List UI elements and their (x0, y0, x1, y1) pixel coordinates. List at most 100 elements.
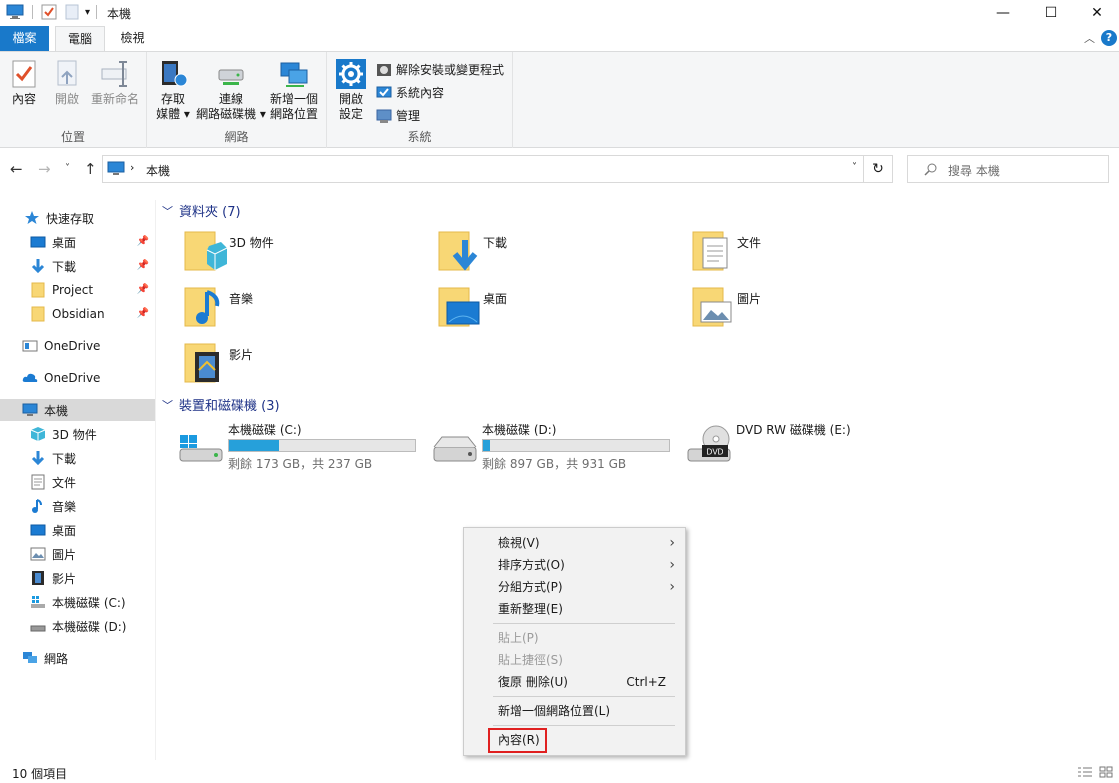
folders-section-header[interactable]: ﹀ 資料夾 (7) (162, 201, 241, 221)
drive-c[interactable]: 本機磁碟 (C:) 剩餘 173 GB，共 237 GB (178, 421, 428, 471)
sidebar-item-videos[interactable]: 影片 (0, 567, 155, 589)
menu-item-view[interactable]: 檢視(V) › (464, 532, 685, 554)
rename-icon (101, 61, 127, 87)
menu-item-paste[interactable]: 貼上(P) (464, 627, 685, 649)
new-folder-icon[interactable] (65, 4, 79, 20)
menu-item-paste-shortcut[interactable]: 貼上捷徑(S) (464, 649, 685, 671)
onedrive-icon (22, 340, 38, 352)
tab-computer[interactable]: 電腦 (55, 26, 105, 51)
ribbon-group-network: 存取 媒體 ▾ 連線 網路磁碟機 ▾ 新增一個 網路位置 網路 (147, 52, 327, 148)
tab-view[interactable]: 檢視 (110, 26, 155, 51)
sidebar-item-3d-objects[interactable]: 3D 物件 (0, 423, 155, 445)
menu-item-label: 分組方式(P) (498, 580, 563, 594)
manage-button[interactable]: 管理 (376, 107, 420, 124)
folder-documents[interactable]: 文件 (691, 228, 931, 276)
computer-icon (6, 4, 24, 19)
sidebar-item-drive-d[interactable]: 本機磁碟 (D:) (0, 615, 155, 637)
folder-desktop[interactable]: 桌面 (437, 284, 677, 332)
up-arrow-icon[interactable]: ↑ (84, 160, 97, 178)
desktop-folder-icon (438, 287, 480, 327)
menu-item-label: 復原 刪除(U) (498, 675, 568, 689)
rename-label: 重新命名 (90, 92, 139, 106)
network-location-icon (280, 62, 308, 87)
system-properties-button[interactable]: 系統內容 (376, 84, 444, 101)
menu-item-group-by[interactable]: 分組方式(P) › (464, 576, 685, 598)
collapse-chevron-icon[interactable]: ﹀ (162, 203, 173, 219)
refresh-button[interactable]: ↻ (864, 155, 893, 183)
media-icon (162, 61, 188, 87)
uninstall-button[interactable]: 解除安裝或變更程式 (376, 61, 504, 78)
sidebar-item-network[interactable]: 網路 (0, 647, 155, 669)
forward-arrow-icon[interactable]: → (38, 160, 51, 178)
folder-name: 文件 (737, 236, 762, 250)
computer-icon (22, 403, 38, 416)
drives-section-header[interactable]: ﹀ 裝置和磁碟機 (3) (162, 395, 280, 415)
sidebar-item-documents[interactable]: 文件 (0, 471, 155, 493)
recent-locations-chevron-icon[interactable]: ˅ (65, 163, 70, 174)
sidebar-item-downloads[interactable]: 下載 (0, 447, 155, 469)
map-drive-button[interactable]: 連線 網路磁碟機 ▾ (195, 58, 267, 122)
menu-item-refresh[interactable]: 重新整理(E) (464, 598, 685, 620)
computer-icon (107, 161, 125, 175)
minimize-button[interactable]: — (980, 0, 1026, 26)
help-icon[interactable]: ? (1101, 30, 1117, 46)
address-dropdown-chevron-icon[interactable]: ˅ (852, 162, 857, 173)
sidebar-item-onedrive-2[interactable]: OneDrive (0, 367, 155, 389)
sidebar-item-desktop[interactable]: 桌面 (0, 519, 155, 541)
folder-pictures[interactable]: 圖片 (691, 284, 931, 332)
sidebar-item-this-pc[interactable]: 本機 (0, 399, 155, 421)
ribbon-group-label: 網路 (224, 130, 249, 144)
sidebar-item-drive-c[interactable]: 本機磁碟 (C:) (0, 591, 155, 613)
folder-3d-objects[interactable]: 3D 物件 (183, 228, 423, 276)
sidebar-item-onedrive-1[interactable]: OneDrive (0, 335, 155, 357)
system-properties-icon (376, 86, 392, 97)
menu-item-undo-delete[interactable]: 復原 刪除(U) Ctrl+Z (464, 671, 685, 693)
sidebar-item-obsidian[interactable]: Obsidian 📌 (0, 303, 155, 325)
close-button[interactable]: ✕ (1074, 0, 1119, 26)
rename-button[interactable]: 重新命名 (88, 58, 142, 107)
properties-button[interactable]: 內容 (6, 58, 42, 107)
sidebar-item-project[interactable]: Project 📌 (0, 279, 155, 301)
folder-videos[interactable]: 影片 (183, 340, 423, 388)
menu-item-add-network-location[interactable]: 新增一個網路位置(L) (464, 700, 685, 722)
ribbon-group-label: 位置 (60, 130, 85, 144)
menu-item-sort-by[interactable]: 排序方式(O) › (464, 554, 685, 576)
add-network-location-button[interactable]: 新增一個 網路位置 (267, 58, 321, 122)
sidebar-item-desktop-pinned[interactable]: 桌面 📌 (0, 231, 155, 253)
windows-drive-icon (179, 435, 223, 462)
tab-file[interactable]: 檔案 (0, 26, 49, 51)
desktop-icon (30, 236, 46, 248)
collapse-chevron-icon[interactable]: ﹀ (162, 397, 173, 413)
menu-separator (493, 725, 675, 726)
sidebar-item-music[interactable]: 音樂 (0, 495, 155, 517)
large-icons-view-icon[interactable] (1099, 766, 1113, 778)
maximize-button[interactable]: ☐ (1028, 0, 1074, 26)
address-bar[interactable]: › 本機 ˅ (102, 155, 864, 183)
back-arrow-icon[interactable]: ← (10, 160, 23, 178)
properties-check-icon[interactable] (41, 4, 57, 20)
sidebar-item-pictures[interactable]: 圖片 (0, 543, 155, 565)
open-button[interactable]: 開啟 (50, 58, 84, 107)
folder-music[interactable]: 音樂 (183, 284, 423, 332)
title-bar: ▾ 本機 — ☐ ✕ (0, 0, 1119, 26)
folder-downloads[interactable]: 下載 (437, 228, 677, 276)
breadcrumb-chevron-icon[interactable]: › (130, 161, 134, 174)
folder-name: 圖片 (737, 292, 762, 306)
collapse-ribbon-chevron-icon[interactable]: ︿ (1084, 30, 1095, 46)
sidebar-item-downloads-pinned[interactable]: 下載 📌 (0, 255, 155, 277)
section-title: 裝置和磁碟機 (3) (179, 399, 280, 414)
open-settings-button[interactable]: 開啟 設定 (333, 58, 369, 122)
search-input[interactable]: 搜尋 本機 (907, 155, 1109, 183)
customize-toolbar-chevron-icon[interactable]: ▾ (85, 7, 90, 18)
desktop-icon (30, 524, 46, 536)
menu-item-label: 貼上捷徑(S) (498, 653, 563, 667)
drive-e-dvd[interactable]: DVD DVD RW 磁碟機 (E:) (686, 421, 936, 471)
access-media-label-2: 媒體 ▾ (156, 107, 190, 121)
drive-d[interactable]: 本機磁碟 (D:) 剩餘 897 GB，共 931 GB (432, 421, 682, 471)
cube-icon (30, 427, 46, 441)
network-icon (23, 652, 37, 663)
sidebar-item-quick-access[interactable]: 快速存取 (0, 207, 155, 229)
divider (96, 5, 98, 19)
details-view-icon[interactable] (1077, 766, 1093, 778)
access-media-button[interactable]: 存取 媒體 ▾ (151, 58, 195, 122)
